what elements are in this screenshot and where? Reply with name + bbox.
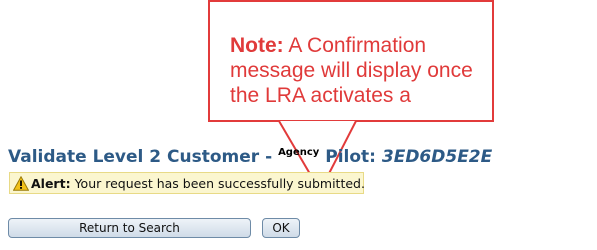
return-to-search-button[interactable]: Return to Search <box>8 218 251 238</box>
note-label: Note: <box>230 34 284 57</box>
title-text: Validate Level 2 Customer - <box>8 147 273 167</box>
warning-icon <box>13 175 29 191</box>
pilot-code: 3ED6D5E2E <box>381 147 493 167</box>
agency-label: Agency <box>278 147 320 158</box>
ok-button[interactable]: OK <box>262 218 300 238</box>
pilot-label: Pilot: <box>325 147 376 167</box>
alert-label: Alert: <box>31 175 71 191</box>
note-callout: Note: A Confirmation message will displa… <box>208 0 494 122</box>
page-title: Validate Level 2 Customer - Agency Pilot… <box>8 147 492 167</box>
alert-message: Your request has been successfully submi… <box>74 175 365 191</box>
alert-bar: Alert: Your request has been successfull… <box>9 172 365 194</box>
